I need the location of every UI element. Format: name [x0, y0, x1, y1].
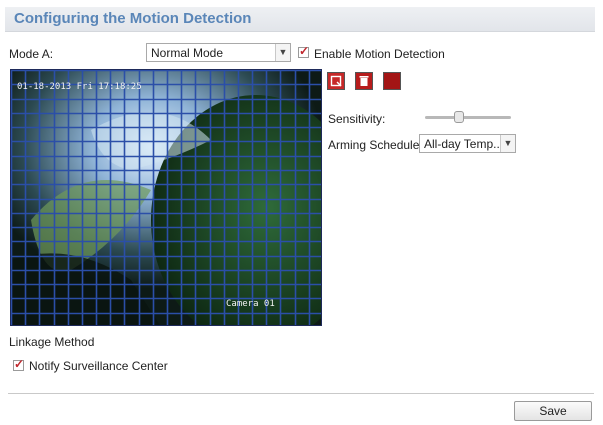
notify-surveillance-checkbox[interactable]: ✓: [13, 357, 25, 371]
mode-select[interactable]: Normal Mode ▼: [146, 43, 291, 62]
sensitivity-slider[interactable]: [425, 116, 511, 119]
video-preview[interactable]: 01-18-2013 Fri 17:18:25 Camera 01: [10, 69, 322, 326]
chevron-down-icon[interactable]: ▼: [275, 44, 290, 61]
footer-divider: [8, 393, 594, 394]
notify-surveillance-label: Notify Surveillance Center: [29, 359, 168, 373]
sensitivity-label: Sensitivity:: [328, 112, 386, 126]
stop-draw-icon[interactable]: [383, 72, 401, 90]
checkmark-icon: ✓: [14, 357, 25, 371]
section-header: Configuring the Motion Detection: [5, 7, 595, 32]
draw-area-icon[interactable]: [327, 72, 345, 90]
mode-select-value: Normal Mode: [151, 46, 224, 60]
arming-schedule-label: Arming Schedule:: [328, 138, 423, 152]
save-button[interactable]: Save: [514, 401, 592, 421]
arming-schedule-value: All-day Temp...: [424, 137, 504, 151]
video-timestamp: 01-18-2013 Fri 17:18:25: [17, 82, 142, 92]
camera-label: Camera 01: [226, 299, 275, 309]
clear-area-icon[interactable]: [355, 72, 373, 90]
video-frame: [11, 70, 321, 325]
linkage-method-title: Linkage Method: [9, 335, 95, 349]
checkmark-icon: ✓: [299, 44, 310, 58]
sensitivity-slider-handle[interactable]: [454, 111, 465, 123]
arming-schedule-select[interactable]: All-day Temp... ▼: [419, 134, 516, 153]
enable-motion-checkbox[interactable]: ✓: [298, 44, 310, 58]
mode-label: Mode A:: [9, 47, 54, 61]
page-title: Configuring the Motion Detection: [14, 10, 252, 27]
enable-motion-label: Enable Motion Detection: [314, 47, 445, 61]
chevron-down-icon[interactable]: ▼: [500, 135, 515, 152]
